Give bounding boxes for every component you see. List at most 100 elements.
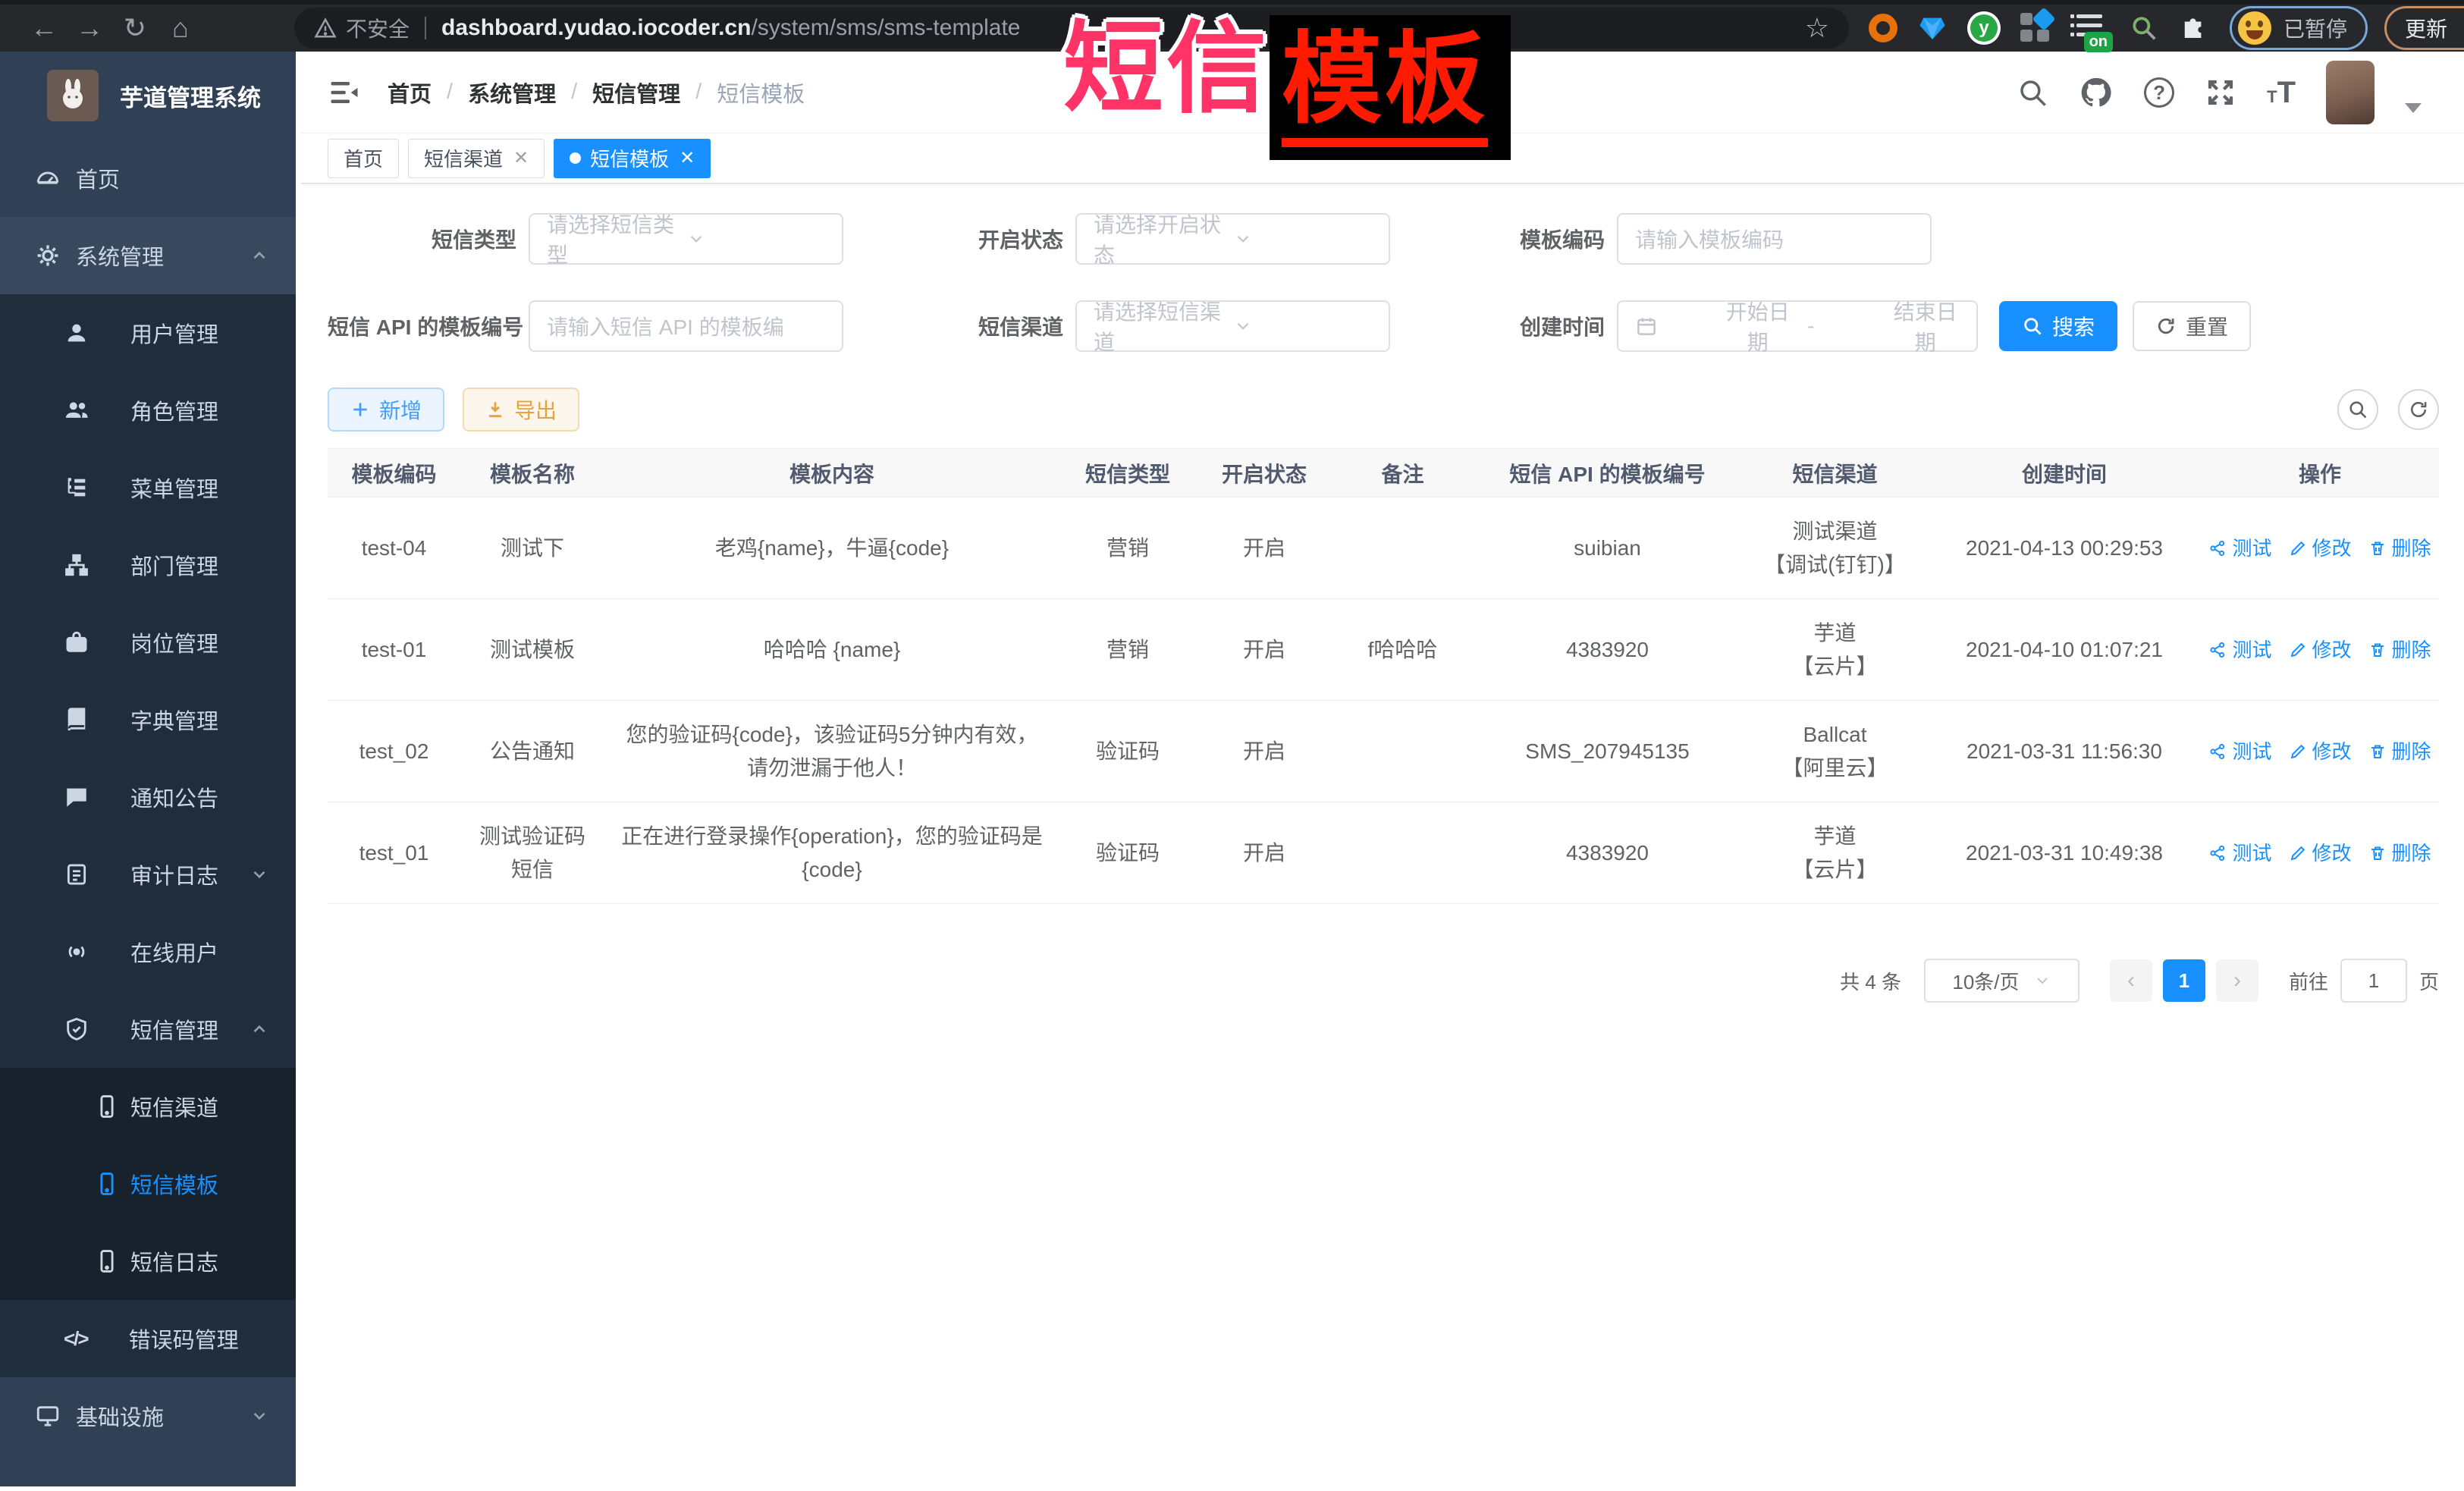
cell-created: 2021-04-13 00:29:53 xyxy=(1928,498,2201,599)
sidebar-item-sms-template[interactable]: 短信模板 xyxy=(0,1145,301,1223)
cell-status: 开启 xyxy=(1196,599,1332,701)
breadcrumb-home[interactable]: 首页 xyxy=(388,77,432,108)
sidebar-item-posts[interactable]: 岗位管理 xyxy=(0,604,301,681)
sidebar-item-notices[interactable]: 通知公告 xyxy=(0,758,301,836)
sidebar-item-error-codes[interactable]: </> 错误码管理 xyxy=(0,1300,301,1377)
sidebar-item-home[interactable]: 首页 xyxy=(0,140,301,217)
address-bar[interactable]: 不安全 dashboard.yudao.iocoder.cn /system/s… xyxy=(294,8,1849,49)
refresh-button[interactable] xyxy=(2398,389,2439,430)
delete-link[interactable]: 删除 xyxy=(2368,837,2431,870)
prev-page-button[interactable]: ‹ xyxy=(2110,959,2152,1002)
extension-donut-icon[interactable] xyxy=(1869,14,1897,42)
delete-link[interactable]: 删除 xyxy=(2368,532,2431,565)
browser-reload-icon[interactable]: ↻ xyxy=(112,5,158,51)
channel-select[interactable]: 请选择短信渠道 xyxy=(1075,300,1390,352)
not-secure-label[interactable]: 不安全 xyxy=(346,13,410,43)
cell-api-id: 4383920 xyxy=(1473,599,1742,701)
current-page-button[interactable]: 1 xyxy=(2163,959,2205,1002)
sidebar-item-roles[interactable]: 角色管理 xyxy=(0,372,301,449)
extension-list-icon[interactable]: on xyxy=(2070,13,2104,43)
page-size-select[interactable]: 10条/页 xyxy=(1924,959,2079,1003)
extension-magnifier-icon[interactable] xyxy=(2130,14,2158,42)
cell-status: 开启 xyxy=(1196,701,1332,802)
profile-paused-chip[interactable]: 已暂停 xyxy=(2230,6,2368,50)
header-search-icon[interactable] xyxy=(2017,77,2048,108)
cell-api-id: suibian xyxy=(1473,498,1742,599)
font-size-icon[interactable]: TT xyxy=(2267,76,2296,110)
sidebar-item-online-users[interactable]: 在线用户 xyxy=(0,913,301,990)
toggle-search-button[interactable] xyxy=(2337,389,2378,430)
app-logo[interactable]: 芋道管理系统 xyxy=(0,52,301,140)
close-icon[interactable]: ✕ xyxy=(680,147,695,169)
browser-menu-icon[interactable]: ⋮ xyxy=(2459,14,2464,42)
help-icon[interactable]: ? xyxy=(2144,77,2174,108)
cell-code: test_01 xyxy=(328,802,460,904)
sitemap-icon xyxy=(64,552,89,578)
on-badge: on xyxy=(2084,32,2113,52)
date-range-picker[interactable]: 开始日期 - 结束日期 xyxy=(1617,300,1978,352)
browser-back-icon[interactable]: ← xyxy=(21,5,67,51)
test-link[interactable]: 测试 xyxy=(2208,837,2271,870)
bookmark-star-icon[interactable]: ☆ xyxy=(1805,12,1829,44)
delete-link[interactable]: 删除 xyxy=(2368,633,2431,667)
breadcrumb-system[interactable]: 系统管理 xyxy=(468,77,556,108)
end-date-placeholder[interactable]: 结束日期 xyxy=(1891,296,1960,356)
edit-link[interactable]: 修改 xyxy=(2289,735,2352,768)
sms-type-label: 短信类型 xyxy=(328,224,529,254)
sidebar-item-menus[interactable]: 菜单管理 xyxy=(0,449,301,526)
edit-link[interactable]: 修改 xyxy=(2289,532,2352,565)
chevron-down-icon xyxy=(2033,972,2051,990)
mobile-icon xyxy=(94,1171,120,1197)
close-icon[interactable]: ✕ xyxy=(513,147,529,169)
extension-gem-icon[interactable] xyxy=(1917,13,1948,43)
browser-update-button[interactable]: 更新 ⋮ xyxy=(2384,6,2464,50)
next-page-button[interactable]: › xyxy=(2216,959,2258,1002)
sidebar-item-departments[interactable]: 部门管理 xyxy=(0,526,301,604)
sidebar-item-sms-log[interactable]: 短信日志 xyxy=(0,1223,301,1300)
delete-link[interactable]: 删除 xyxy=(2368,735,2431,768)
book-icon xyxy=(64,707,89,733)
sidebar-item-users[interactable]: 用户管理 xyxy=(0,294,301,372)
browser-forward-icon[interactable]: → xyxy=(67,5,112,51)
sidebar-item-system[interactable]: 系统管理 xyxy=(0,217,301,294)
github-icon[interactable] xyxy=(2079,75,2114,110)
reset-button[interactable]: 重置 xyxy=(2133,301,2251,351)
start-date-placeholder[interactable]: 开始日期 xyxy=(1724,296,1793,356)
sidebar-item-audit-log[interactable]: 审计日志 xyxy=(0,836,301,913)
add-button[interactable]: 新增 xyxy=(328,388,444,432)
user-avatar[interactable] xyxy=(2326,61,2375,124)
cell-name: 测试模板 xyxy=(460,599,604,701)
cell-code: test-04 xyxy=(328,498,460,599)
avatar-caret-icon[interactable] xyxy=(2405,103,2422,113)
tab-home[interactable]: 首页 xyxy=(328,139,399,178)
cell-content: 哈哈哈 {name} xyxy=(604,599,1059,701)
test-link[interactable]: 测试 xyxy=(2208,633,2271,667)
search-button[interactable]: 搜索 xyxy=(1999,301,2117,351)
test-link[interactable]: 测试 xyxy=(2208,735,2271,768)
tab-sms-channel[interactable]: 短信渠道✕ xyxy=(408,139,545,178)
template-code-input[interactable]: 请输入模板编码 xyxy=(1617,213,1932,265)
edit-link[interactable]: 修改 xyxy=(2289,633,2352,667)
goto-page-input[interactable]: 1 xyxy=(2340,959,2407,1003)
tags-view: 首页 短信渠道✕ 短信模板✕ xyxy=(301,133,2464,184)
extension-grid-icon[interactable] xyxy=(2020,13,2051,43)
tab-sms-template[interactable]: 短信模板✕ xyxy=(554,139,711,178)
browser-home-icon[interactable]: ⌂ xyxy=(158,5,203,51)
extension-puzzle-icon[interactable] xyxy=(2180,14,2207,42)
create-time-label: 创建时间 xyxy=(1515,311,1617,341)
edit-link[interactable]: 修改 xyxy=(2289,837,2352,870)
extension-y-icon[interactable]: y xyxy=(1967,11,2001,45)
test-link[interactable]: 测试 xyxy=(2208,532,2271,565)
sidebar-item-infrastructure[interactable]: 基础设施 xyxy=(0,1377,301,1455)
sidebar-item-sms-channel[interactable]: 短信渠道 xyxy=(0,1068,301,1145)
sidebar-item-sms[interactable]: 短信管理 xyxy=(0,990,301,1068)
sidebar-item-dictionary[interactable]: 字典管理 xyxy=(0,681,301,758)
cell-content: 您的验证码{code}，该验证码5分钟内有效，请勿泄漏于他人！ xyxy=(604,701,1059,802)
export-button[interactable]: 导出 xyxy=(463,388,579,432)
fullscreen-icon[interactable] xyxy=(2205,77,2236,108)
sms-type-select[interactable]: 请选择短信类型 xyxy=(529,213,843,265)
api-template-input[interactable]: 请输入短信 API 的模板编 xyxy=(529,300,843,352)
status-select[interactable]: 请选择开启状态 xyxy=(1075,213,1390,265)
sidebar-collapse-icon[interactable] xyxy=(328,79,360,106)
breadcrumb-sms[interactable]: 短信管理 xyxy=(592,77,680,108)
